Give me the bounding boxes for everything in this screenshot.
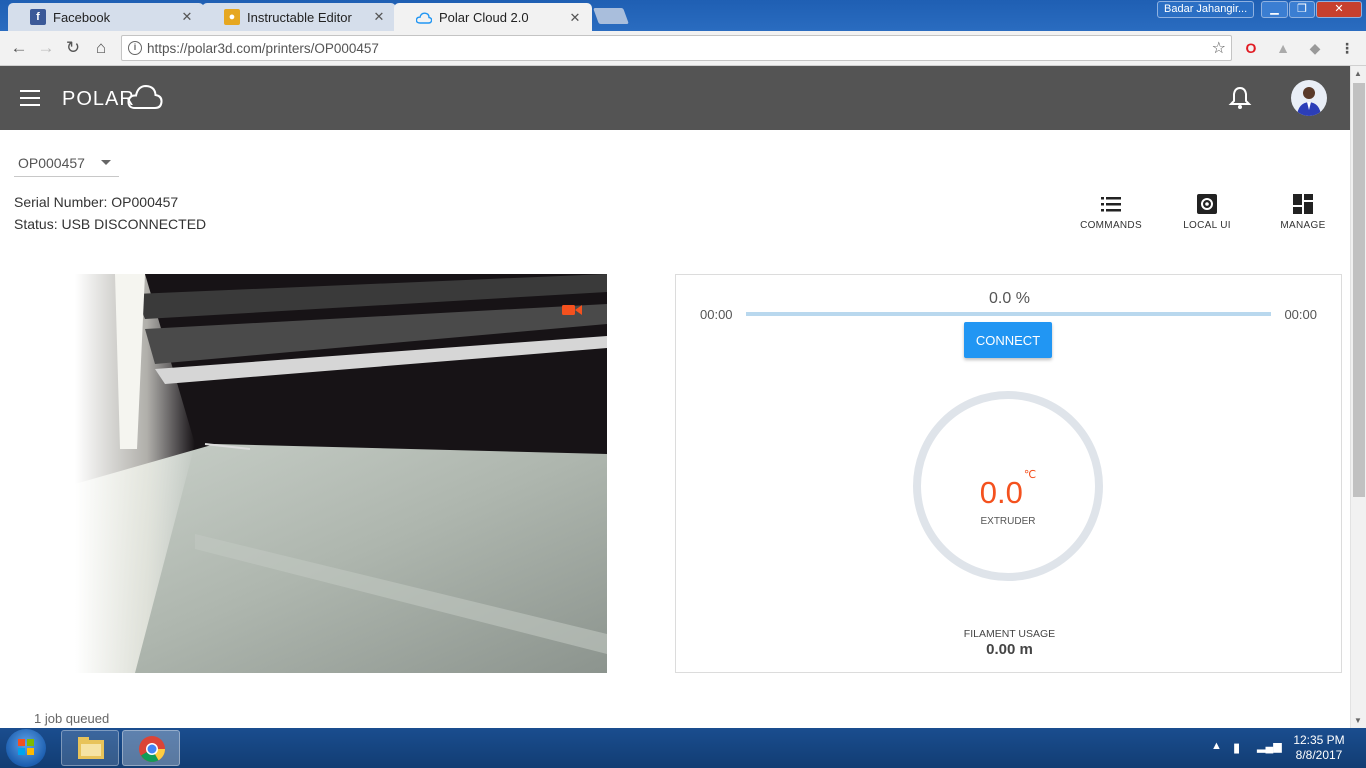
new-tab-button[interactable] bbox=[593, 8, 629, 24]
status-value: USB DISCONNECTED bbox=[61, 216, 207, 232]
extruder-label: EXTRUDER bbox=[980, 516, 1036, 527]
back-icon[interactable]: ← bbox=[8, 37, 30, 59]
printer-select-value: OP000457 bbox=[18, 155, 85, 171]
local-ui-label: LOCAL UI bbox=[1183, 220, 1231, 231]
local-ui-button[interactable]: LOCAL UI bbox=[1172, 194, 1242, 231]
app-header: POLAR bbox=[0, 66, 1350, 130]
browser-toolbar: ← → ↻ ⌂ i https://polar3d.com/printers/O… bbox=[0, 31, 1366, 66]
manage-button[interactable]: MANAGE bbox=[1268, 194, 1338, 231]
status-label: Status: bbox=[14, 216, 58, 232]
cloud-icon bbox=[416, 10, 432, 26]
clock-time: 12:35 PM bbox=[1293, 733, 1345, 747]
temperature-unit: ℃ bbox=[1023, 468, 1037, 481]
bookmark-star-icon[interactable]: ☆ bbox=[1212, 38, 1226, 58]
forward-icon[interactable]: → bbox=[35, 37, 57, 59]
jobs-queued-text[interactable]: 1 job queued bbox=[34, 711, 109, 726]
webcam-feed bbox=[75, 274, 607, 673]
elapsed-time: 00:00 bbox=[700, 307, 733, 322]
extruder-temperature: 0.0℃ bbox=[921, 469, 1095, 511]
user-avatar[interactable] bbox=[1291, 80, 1327, 116]
page-scrollbar[interactable]: ▲ ▼ bbox=[1350, 66, 1366, 728]
local-ui-icon bbox=[1197, 194, 1217, 214]
print-progress-bar bbox=[746, 312, 1271, 316]
window-close-button[interactable]: ✕ bbox=[1316, 1, 1362, 18]
browser-tabstrip: f Facebook ✕ ● Instructable Editor ✕ Pol… bbox=[0, 0, 1366, 31]
manage-label: MANAGE bbox=[1280, 220, 1326, 231]
tab-instructable-editor[interactable]: ● Instructable Editor ✕ bbox=[202, 3, 396, 31]
clock-date: 8/8/2017 bbox=[1295, 748, 1343, 762]
info-icon[interactable]: i bbox=[128, 41, 142, 55]
reload-icon[interactable]: ↻ bbox=[62, 37, 84, 59]
tab-title: Facebook bbox=[53, 9, 111, 25]
printer-status: Status: USB DISCONNECTED bbox=[14, 216, 206, 232]
facebook-icon: f bbox=[30, 9, 46, 25]
filament-usage-value: 0.00 m bbox=[986, 641, 1033, 658]
progress-percent: 0.0 % bbox=[989, 290, 1030, 307]
commands-label: COMMANDS bbox=[1080, 220, 1142, 231]
connect-button[interactable]: CONNECT bbox=[964, 322, 1052, 358]
battery-icon[interactable]: ▮ bbox=[1233, 740, 1240, 756]
cloud-logo-icon bbox=[127, 84, 163, 109]
serial-value: OP000457 bbox=[111, 194, 179, 210]
extruder-temperature-gauge: 0.0℃ EXTRUDER bbox=[913, 391, 1103, 581]
file-explorer-taskbar-icon[interactable] bbox=[61, 730, 119, 766]
printer-select[interactable]: OP000457 bbox=[14, 151, 119, 177]
notification-bell-icon[interactable] bbox=[1228, 85, 1252, 111]
browser-profile-badge[interactable]: Badar Jahangir... bbox=[1157, 1, 1254, 18]
filament-usage-label: FILAMENT USAGE bbox=[963, 628, 1056, 640]
temperature-value: 0.0 bbox=[979, 475, 1023, 510]
instructables-icon: ● bbox=[224, 9, 240, 25]
close-icon[interactable]: ✕ bbox=[180, 9, 194, 25]
tab-title: Polar Cloud 2.0 bbox=[439, 10, 529, 25]
scroll-up-icon[interactable]: ▲ bbox=[1354, 69, 1362, 78]
tab-polar-cloud[interactable]: Polar Cloud 2.0 ✕ bbox=[394, 3, 592, 31]
polar-logo[interactable]: POLAR bbox=[62, 88, 135, 111]
home-icon[interactable]: ⌂ bbox=[90, 37, 112, 59]
system-clock[interactable]: 12:35 PM 8/8/2017 bbox=[1281, 733, 1357, 763]
dashboard-icon bbox=[1293, 194, 1313, 214]
tab-facebook[interactable]: f Facebook ✕ bbox=[8, 3, 204, 31]
commands-button[interactable]: COMMANDS bbox=[1076, 194, 1146, 231]
hamburger-menu-icon[interactable] bbox=[20, 90, 40, 106]
chrome-taskbar-icon[interactable] bbox=[122, 730, 180, 766]
windows-taskbar: ▲ ▮ ▂▄▆ 12:35 PM 8/8/2017 bbox=[0, 728, 1366, 768]
url-text[interactable]: https://polar3d.com/printers/OP000457 bbox=[147, 41, 379, 56]
scrollbar-thumb[interactable] bbox=[1353, 83, 1365, 497]
network-signal-icon[interactable]: ▂▄▆ bbox=[1257, 740, 1282, 753]
extension-icon[interactable]: ◆ bbox=[1306, 39, 1324, 57]
show-hidden-icons[interactable]: ▲ bbox=[1211, 740, 1222, 752]
serial-label: Serial Number: bbox=[14, 194, 108, 210]
scroll-down-icon[interactable]: ▼ bbox=[1354, 716, 1362, 725]
remaining-time: 00:00 bbox=[1284, 307, 1317, 322]
opera-icon[interactable]: O bbox=[1242, 39, 1260, 57]
address-bar[interactable]: i https://polar3d.com/printers/OP000457 … bbox=[121, 35, 1232, 61]
minimize-button[interactable]: ▁ bbox=[1261, 1, 1288, 18]
menu-icon[interactable]: ⋮ bbox=[1338, 39, 1356, 57]
dropdown-caret-icon bbox=[101, 160, 111, 165]
close-icon[interactable]: ✕ bbox=[372, 9, 386, 25]
tab-title: Instructable Editor bbox=[247, 9, 352, 25]
print-status-panel: 0.0 % 00:00 00:00 CONNECT 0.0℃ EXTRUDER … bbox=[675, 274, 1342, 673]
serial-number: Serial Number: OP000457 bbox=[14, 194, 178, 210]
maximize-button[interactable]: ❐ bbox=[1289, 1, 1315, 18]
list-icon bbox=[1101, 197, 1121, 212]
start-button[interactable] bbox=[6, 729, 46, 767]
extension-icon[interactable]: ▲ bbox=[1274, 39, 1292, 57]
close-icon[interactable]: ✕ bbox=[568, 10, 582, 26]
video-camera-icon[interactable] bbox=[562, 304, 582, 316]
